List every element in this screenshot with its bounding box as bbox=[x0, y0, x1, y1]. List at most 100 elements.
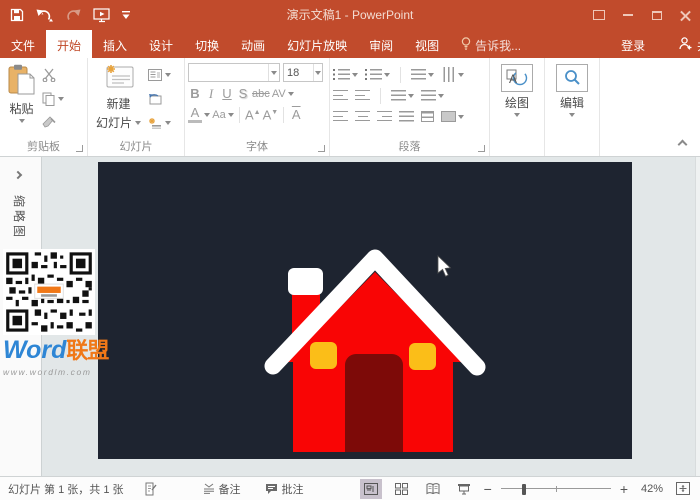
font-name-combobox[interactable] bbox=[188, 63, 280, 82]
align-left-button[interactable] bbox=[333, 111, 348, 122]
close-button[interactable] bbox=[671, 0, 700, 30]
wordlm-watermark: Word联盟 www.wordlm.com bbox=[3, 249, 97, 377]
paragraph-dialog-launcher-icon[interactable] bbox=[478, 145, 485, 152]
title-bar: 演示文稿1 - PowerPoint bbox=[0, 0, 700, 30]
tab-signin[interactable]: 登录 bbox=[610, 30, 656, 58]
expand-pane-chevron-icon[interactable] bbox=[14, 171, 22, 179]
format-painter-button[interactable] bbox=[42, 114, 64, 131]
font-dialog-launcher-icon[interactable] bbox=[318, 145, 325, 152]
text-direction-button[interactable] bbox=[441, 69, 464, 80]
drawing-label: 绘图 bbox=[505, 94, 529, 111]
smartart-button[interactable] bbox=[441, 111, 464, 122]
wordlm-url: www.wordlm.com bbox=[3, 367, 97, 377]
font-size-input[interactable] bbox=[284, 64, 313, 81]
spell-check-button[interactable] bbox=[144, 482, 157, 496]
status-bar: 幻灯片 第 1 张，共 1 张 备注 批注 − + 4 bbox=[0, 476, 700, 500]
normal-view-button[interactable] bbox=[360, 479, 382, 499]
line-spacing-button[interactable] bbox=[411, 69, 434, 80]
slide-canvas[interactable] bbox=[98, 162, 632, 459]
tab-transitions[interactable]: 切换 bbox=[184, 30, 230, 58]
comments-button[interactable]: 批注 bbox=[265, 481, 304, 497]
slideshow-view-button[interactable] bbox=[453, 479, 475, 499]
start-slideshow-icon[interactable] bbox=[93, 8, 111, 23]
zoom-in-button[interactable]: + bbox=[620, 484, 628, 494]
bullets-button[interactable] bbox=[333, 69, 358, 80]
tab-insert[interactable]: 插入 bbox=[92, 30, 138, 58]
minimize-button[interactable] bbox=[613, 0, 642, 30]
font-name-input[interactable] bbox=[189, 64, 268, 81]
new-slide-label-line1: 新建 bbox=[107, 95, 131, 112]
change-case-button[interactable]: Aa bbox=[212, 108, 226, 122]
editing-button[interactable]: 编辑 bbox=[551, 62, 593, 140]
strikethrough-button[interactable]: abc bbox=[252, 87, 270, 101]
fit-to-window-button[interactable] bbox=[672, 479, 694, 499]
italic-button[interactable]: I bbox=[204, 87, 218, 101]
bold-button[interactable]: B bbox=[188, 87, 202, 101]
tab-view[interactable]: 视图 bbox=[404, 30, 450, 58]
numbering-button[interactable] bbox=[365, 69, 390, 80]
font-size-caret-icon[interactable] bbox=[313, 64, 322, 81]
tab-home[interactable]: 开始 bbox=[46, 30, 92, 58]
tab-file[interactable]: 文件 bbox=[0, 30, 46, 58]
undo-icon[interactable] bbox=[35, 8, 55, 22]
text-shadow-button[interactable]: S bbox=[236, 87, 250, 101]
font-color-button[interactable]: A bbox=[188, 106, 202, 123]
text-direction-icon bbox=[443, 67, 454, 82]
collapse-ribbon-icon[interactable] bbox=[678, 140, 688, 150]
shrink-font-button[interactable]: A▼ bbox=[263, 106, 279, 122]
ribbon-display-options-icon[interactable] bbox=[584, 0, 613, 30]
editing-label: 编辑 bbox=[560, 94, 584, 111]
copy-button[interactable] bbox=[42, 90, 64, 107]
align-right-button[interactable] bbox=[377, 111, 392, 122]
slide-layout-button[interactable] bbox=[148, 66, 171, 83]
lightbulb-icon bbox=[461, 37, 471, 53]
font-name-caret-icon[interactable] bbox=[268, 64, 279, 81]
vertical-scrollbar[interactable] bbox=[695, 157, 700, 476]
zoom-slider[interactable] bbox=[501, 483, 611, 495]
tab-animations[interactable]: 动画 bbox=[230, 30, 276, 58]
reading-view-button[interactable] bbox=[422, 479, 444, 499]
justify-button[interactable] bbox=[399, 111, 414, 122]
font-size-combobox[interactable] bbox=[283, 63, 323, 82]
cut-button[interactable] bbox=[42, 66, 64, 83]
clipboard-dialog-launcher-icon[interactable] bbox=[76, 145, 83, 152]
paste-button[interactable]: 粘贴 bbox=[3, 62, 40, 140]
clear-formatting-button[interactable]: A bbox=[289, 108, 303, 122]
thumbnail-pane-label: 缩略图 bbox=[11, 195, 28, 240]
new-slide-icon bbox=[104, 64, 134, 93]
slide-reset-button[interactable] bbox=[148, 90, 171, 107]
zoom-out-button[interactable]: − bbox=[484, 484, 492, 494]
align-center-button[interactable] bbox=[355, 111, 370, 122]
new-slide-caret-icon bbox=[135, 121, 141, 125]
group-clipboard: 粘贴 剪贴板 bbox=[0, 58, 88, 156]
group-drawing: A 绘图 bbox=[490, 58, 545, 156]
character-spacing-button[interactable]: AV bbox=[272, 87, 286, 101]
distribute-button[interactable] bbox=[421, 111, 434, 122]
tab-review[interactable]: 审阅 bbox=[358, 30, 404, 58]
slide-reset-icon bbox=[148, 93, 162, 105]
tab-tell-me[interactable]: 告诉我... bbox=[450, 30, 532, 58]
increase-indent-button[interactable] bbox=[355, 90, 370, 101]
bullets-icon bbox=[333, 69, 350, 80]
tab-design[interactable]: 设计 bbox=[138, 30, 184, 58]
drawing-button[interactable]: A 绘图 bbox=[496, 62, 538, 140]
zoom-slider-thumb[interactable] bbox=[522, 484, 526, 495]
customize-qat-icon[interactable] bbox=[122, 11, 130, 20]
slide-section-button[interactable] bbox=[148, 114, 171, 131]
fit-to-window-icon bbox=[676, 482, 690, 495]
tab-slideshow[interactable]: 幻灯片放映 bbox=[276, 30, 358, 58]
new-slide-button[interactable]: 新建 幻灯片 bbox=[91, 62, 146, 140]
notes-button[interactable]: 备注 bbox=[203, 481, 241, 497]
align-text-button[interactable] bbox=[421, 90, 444, 101]
save-icon[interactable] bbox=[10, 8, 24, 22]
window-controls bbox=[584, 0, 700, 30]
tab-share[interactable]: 共享 bbox=[668, 30, 700, 58]
decrease-indent-button[interactable] bbox=[333, 90, 348, 101]
grow-font-button[interactable]: A▲ bbox=[245, 106, 261, 122]
svg-text:A: A bbox=[509, 72, 517, 86]
maximize-button[interactable] bbox=[642, 0, 671, 30]
slide-sorter-view-button[interactable] bbox=[391, 479, 413, 499]
slide-section-icon bbox=[148, 117, 162, 129]
columns-button[interactable] bbox=[391, 90, 414, 101]
underline-button[interactable]: U bbox=[220, 87, 234, 101]
